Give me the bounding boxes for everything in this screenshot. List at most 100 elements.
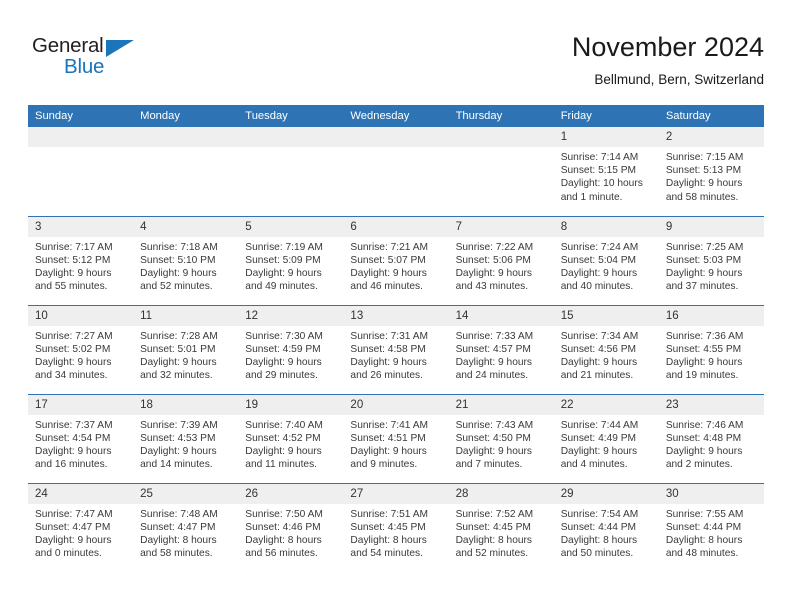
daylight-text-line2: and 19 minutes.: [665, 370, 739, 382]
sunset-text: Sunset: 4:47 PM: [140, 521, 216, 533]
day-number: 27: [343, 483, 449, 504]
sunrise-text: Sunrise: 7:47 AM: [35, 508, 113, 520]
sunset-text: Sunset: 4:48 PM: [665, 432, 742, 444]
daylight-text-line2: and 32 minutes.: [140, 370, 213, 382]
day-sun-info: Sunrise: 7:14 AM Sunset: 5:15 PM Daylight:…: [554, 147, 659, 204]
calendar-page: General Blue November 2024 Bellmund, Ber…: [0, 0, 792, 612]
sunrise-text: Sunrise: 7:34 AM: [560, 330, 639, 342]
calendar-day-cell[interactable]: 4 Sunrise: 7:18 AM Sunset: 5:10 PM Daylight…: [133, 215, 239, 305]
day-number: 29: [553, 483, 659, 504]
calendar-day-cell[interactable]: 7 Sunrise: 7:22 AM Sunset: 5:06 PM Daylight…: [448, 215, 554, 305]
title-block: November 2024 Bellmund, Bern, Switzerlan…: [572, 30, 764, 90]
day-number: [343, 127, 449, 147]
calendar-day-cell[interactable]: 17 Sunrise: 7:37 AM Sunset: 4:54 PM Dayligh…: [28, 393, 134, 483]
calendar-cell-empty: [133, 127, 239, 216]
sunset-text: Sunset: 4:53 PM: [140, 432, 216, 444]
daylight-text-line2: and 1 minute.: [560, 191, 623, 203]
weekday-header-wednesday: Wednesday: [343, 105, 449, 127]
calendar-day-cell[interactable]: 8 Sunrise: 7:24 AM Sunset: 5:04 PM Daylight…: [553, 215, 659, 305]
calendar-cell-empty: [28, 127, 134, 216]
day-sun-info: Sunrise: 7:40 AM Sunset: 4:52 PM Daylight:…: [238, 415, 343, 472]
sunrise-text: Sunrise: 7:41 AM: [350, 419, 429, 431]
sunset-text: Sunset: 4:56 PM: [560, 343, 637, 355]
day-sun-info: Sunrise: 7:37 AM Sunset: 4:54 PM Daylight:…: [28, 415, 133, 472]
general-blue-logo: General Blue: [32, 34, 162, 90]
calendar-day-cell[interactable]: 6 Sunrise: 7:21 AM Sunset: 5:07 PM Daylight…: [343, 215, 449, 305]
daylight-text-line1: Daylight: 9 hours: [140, 356, 217, 368]
calendar-day-cell[interactable]: 18 Sunrise: 7:39 AM Sunset: 4:53 PM Dayligh…: [133, 393, 239, 483]
weekday-header-thursday: Thursday: [448, 105, 554, 127]
calendar-week-row: 3 Sunrise: 7:17 AM Sunset: 5:12 PM Daylight…: [28, 215, 764, 305]
calendar-day-cell[interactable]: 10 Sunrise: 7:27 AM Sunset: 5:02 PM Dayligh…: [28, 304, 134, 394]
sunrise-text: Sunrise: 7:36 AM: [665, 330, 744, 342]
day-sun-info: Sunrise: 7:31 AM Sunset: 4:58 PM Daylight:…: [343, 326, 448, 383]
sunrise-text: Sunrise: 7:33 AM: [455, 330, 534, 342]
day-number: 4: [133, 216, 239, 237]
sunset-text: Sunset: 5:09 PM: [245, 254, 321, 266]
calendar-week-row: 10 Sunrise: 7:27 AM Sunset: 5:02 PM Dayligh…: [28, 304, 764, 394]
calendar-day-cell[interactable]: 23 Sunrise: 7:46 AM Sunset: 4:48 PM Dayligh…: [658, 393, 764, 483]
calendar-day-cell[interactable]: 9 Sunrise: 7:25 AM Sunset: 5:03 PM Daylight…: [658, 215, 764, 305]
day-sun-info: Sunrise: 7:27 AM Sunset: 5:02 PM Daylight:…: [28, 326, 133, 383]
day-number: 18: [133, 394, 239, 415]
calendar-day-cell[interactable]: 16 Sunrise: 7:36 AM Sunset: 4:55 PM Dayligh…: [658, 304, 764, 394]
sunrise-text: Sunrise: 7:51 AM: [350, 508, 429, 520]
day-number: 1: [553, 127, 659, 147]
daylight-text-line2: and 54 minutes.: [350, 548, 423, 560]
daylight-text-line1: Daylight: 9 hours: [455, 445, 533, 457]
day-sun-info: Sunrise: 7:17 AM Sunset: 5:12 PM Daylight:…: [28, 237, 133, 294]
daylight-text-line2: and 21 minutes.: [560, 370, 634, 382]
weekday-header-sunday: Sunday: [28, 105, 134, 127]
calendar-day-cell[interactable]: 19 Sunrise: 7:40 AM Sunset: 4:52 PM Dayligh…: [238, 393, 344, 483]
calendar-day-cell[interactable]: 22 Sunrise: 7:44 AM Sunset: 4:49 PM Dayligh…: [553, 393, 659, 483]
calendar-day-cell[interactable]: 25 Sunrise: 7:48 AM Sunset: 4:47 PM Dayligh…: [133, 482, 239, 572]
calendar-day-cell[interactable]: 27 Sunrise: 7:51 AM Sunset: 4:45 PM Dayligh…: [343, 482, 449, 572]
calendar-day-cell[interactable]: 11 Sunrise: 7:28 AM Sunset: 5:01 PM Dayligh…: [133, 304, 239, 394]
calendar-day-cell[interactable]: 2 Sunrise: 7:15 AM Sunset: 5:13 PM Daylight…: [658, 127, 764, 216]
daylight-text-line1: Daylight: 9 hours: [665, 356, 743, 368]
calendar-day-cell[interactable]: 28 Sunrise: 7:52 AM Sunset: 4:45 PM Dayligh…: [448, 482, 554, 572]
calendar-table: Sunday Monday Tuesday Wednesday Thursday…: [28, 105, 764, 572]
calendar-day-cell[interactable]: 15 Sunrise: 7:34 AM Sunset: 4:56 PM Dayligh…: [553, 304, 659, 394]
daylight-text-line2: and 48 minutes.: [665, 548, 739, 560]
daylight-text-line2: and 26 minutes.: [350, 370, 423, 382]
calendar-day-cell[interactable]: 12 Sunrise: 7:30 AM Sunset: 4:59 PM Dayligh…: [238, 304, 344, 394]
calendar-header-row: Sunday Monday Tuesday Wednesday Thursday…: [28, 105, 764, 127]
day-sun-info: Sunrise: 7:55 AM Sunset: 4:44 PM Daylight:…: [659, 504, 764, 561]
calendar-day-cell[interactable]: 20 Sunrise: 7:41 AM Sunset: 4:51 PM Dayligh…: [343, 393, 449, 483]
day-number: 28: [448, 483, 554, 504]
sunset-text: Sunset: 5:15 PM: [560, 165, 637, 177]
calendar-day-cell[interactable]: 14 Sunrise: 7:33 AM Sunset: 4:57 PM Dayligh…: [448, 304, 554, 394]
day-sun-info: Sunrise: 7:21 AM Sunset: 5:07 PM Daylight:…: [343, 237, 448, 294]
sunrise-text: Sunrise: 7:48 AM: [140, 508, 218, 520]
calendar-day-cell[interactable]: 26 Sunrise: 7:50 AM Sunset: 4:46 PM Dayligh…: [238, 482, 344, 572]
calendar-day-cell[interactable]: 1 Sunrise: 7:14 AM Sunset: 5:15 PM Daylight…: [553, 127, 659, 216]
calendar-day-cell[interactable]: 13 Sunrise: 7:31 AM Sunset: 4:58 PM Dayligh…: [343, 304, 449, 394]
sunset-text: Sunset: 4:57 PM: [455, 343, 531, 355]
calendar-day-cell[interactable]: 3 Sunrise: 7:17 AM Sunset: 5:12 PM Daylight…: [28, 215, 134, 305]
calendar-day-cell[interactable]: 29 Sunrise: 7:54 AM Sunset: 4:44 PM Dayligh…: [553, 482, 659, 572]
sunset-text: Sunset: 4:50 PM: [455, 432, 531, 444]
daylight-text-line1: Daylight: 9 hours: [350, 356, 427, 368]
day-sun-info: Sunrise: 7:52 AM Sunset: 4:45 PM Daylight:…: [449, 504, 554, 561]
calendar-day-cell[interactable]: 24 Sunrise: 7:47 AM Sunset: 4:47 PM Dayligh…: [28, 482, 134, 572]
daylight-text-line1: Daylight: 9 hours: [140, 267, 217, 279]
calendar-day-cell[interactable]: 5 Sunrise: 7:19 AM Sunset: 5:09 PM Daylight…: [238, 215, 344, 305]
sunrise-text: Sunrise: 7:21 AM: [350, 241, 429, 253]
day-number: 3: [28, 216, 134, 237]
calendar-day-cell[interactable]: 30 Sunrise: 7:55 AM Sunset: 4:44 PM Dayligh…: [658, 482, 764, 572]
sunset-text: Sunset: 5:01 PM: [140, 343, 216, 355]
calendar-day-cell[interactable]: 21 Sunrise: 7:43 AM Sunset: 4:50 PM Dayligh…: [448, 393, 554, 483]
day-sun-info: Sunrise: 7:47 AM Sunset: 4:47 PM Daylight:…: [28, 504, 133, 561]
sunrise-text: Sunrise: 7:43 AM: [455, 419, 534, 431]
sunrise-text: Sunrise: 7:25 AM: [665, 241, 744, 253]
daylight-text-line2: and 16 minutes.: [35, 459, 108, 471]
daylight-text-line2: and 37 minutes.: [665, 281, 739, 293]
day-sun-info: Sunrise: 7:48 AM Sunset: 4:47 PM Daylight:…: [133, 504, 238, 561]
logo-text-blue: Blue: [64, 55, 105, 78]
day-number: 12: [238, 305, 344, 326]
sunset-text: Sunset: 4:47 PM: [35, 521, 111, 533]
sunrise-text: Sunrise: 7:15 AM: [665, 152, 744, 163]
daylight-text-line1: Daylight: 8 hours: [140, 534, 217, 546]
sunset-text: Sunset: 5:02 PM: [35, 343, 111, 355]
